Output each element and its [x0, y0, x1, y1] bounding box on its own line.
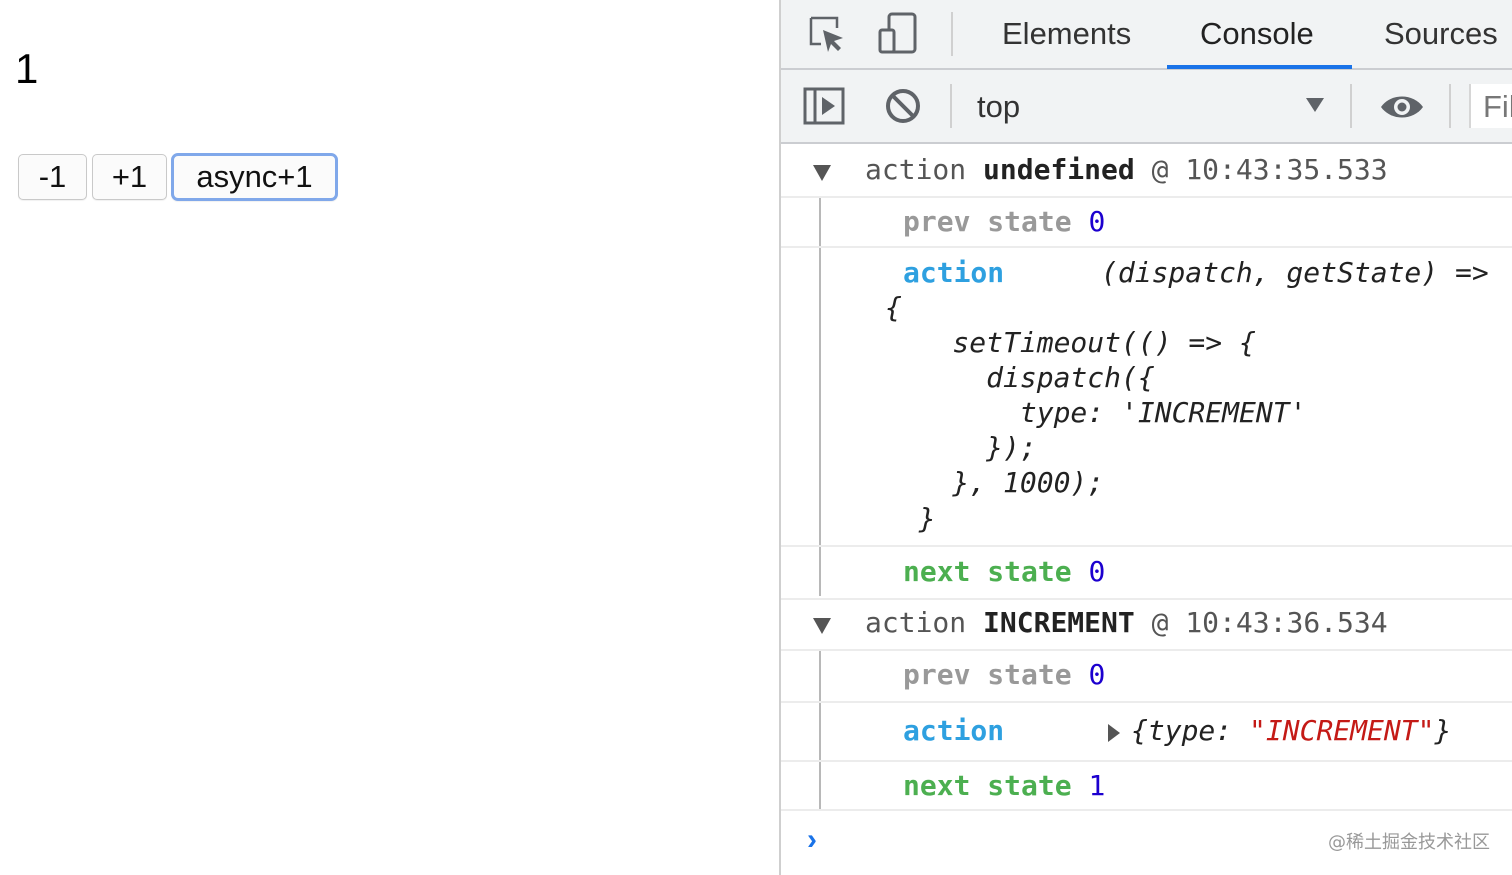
context-selector[interactable]: top — [977, 89, 1020, 125]
decrement-button[interactable]: -1 — [18, 154, 87, 200]
action-label: action — [903, 714, 1005, 747]
clear-console-icon[interactable] — [883, 86, 923, 126]
async-increment-button[interactable]: async+1 — [171, 153, 338, 201]
device-toolbar-icon[interactable] — [877, 12, 921, 56]
tab-console[interactable]: Console — [1200, 16, 1314, 52]
devtools-panel: Elements Console Sources top Fi action u… — [779, 0, 1512, 875]
console-toolbar: top Fil — [781, 70, 1512, 144]
tab-sources[interactable]: Sources — [1384, 16, 1498, 52]
collapse-triangle-icon[interactable] — [813, 165, 831, 181]
action-label: action — [903, 256, 1005, 289]
watermark: @稀土掘金技术社区 — [1328, 832, 1490, 853]
code-line: dispatch({ — [885, 361, 1155, 394]
code-line: }); — [885, 431, 1037, 464]
log-group-title[interactable]: action INCREMENT @ 10:43:36.534 — [865, 606, 1388, 639]
action-object[interactable]: {type: "INCREMENT"} — [1131, 714, 1451, 747]
code-line: { — [885, 291, 902, 324]
code-line: setTimeout(() => { — [885, 326, 1256, 359]
prev-state-row: prev state 0 — [903, 205, 1106, 238]
tab-elements[interactable]: Elements — [1002, 16, 1131, 52]
counter-value: 1 — [15, 45, 39, 92]
code-line: (dispatch, getState) => — [1101, 256, 1489, 289]
prev-state-row: prev state 0 — [903, 658, 1106, 691]
expand-object-triangle-icon[interactable] — [1107, 723, 1121, 743]
devtools-tabbar: Elements Console Sources — [781, 0, 1512, 70]
code-line: } — [885, 502, 936, 535]
filter-placeholder: Fil — [1483, 89, 1512, 124]
collapse-triangle-icon[interactable] — [813, 618, 831, 634]
next-state-row: next state 1 — [903, 769, 1106, 802]
log-group-title[interactable]: action undefined @ 10:43:35.533 — [865, 153, 1388, 186]
chevron-down-icon[interactable] — [1305, 97, 1325, 113]
console-prompt-icon[interactable]: › — [807, 823, 817, 857]
app-pane: 1 -1 +1 async+1 — [0, 0, 780, 875]
inspect-element-icon[interactable] — [807, 14, 847, 54]
increment-button[interactable]: +1 — [92, 154, 167, 200]
filter-input[interactable]: Fil — [1469, 84, 1512, 128]
active-tab-indicator — [1167, 65, 1352, 69]
live-expression-eye-icon[interactable] — [1379, 92, 1425, 122]
code-line: type: 'INCREMENT' — [885, 396, 1307, 429]
next-state-row: next state 0 — [903, 555, 1106, 588]
code-line: }, 1000); — [885, 466, 1105, 499]
show-sidebar-icon[interactable] — [803, 86, 847, 126]
